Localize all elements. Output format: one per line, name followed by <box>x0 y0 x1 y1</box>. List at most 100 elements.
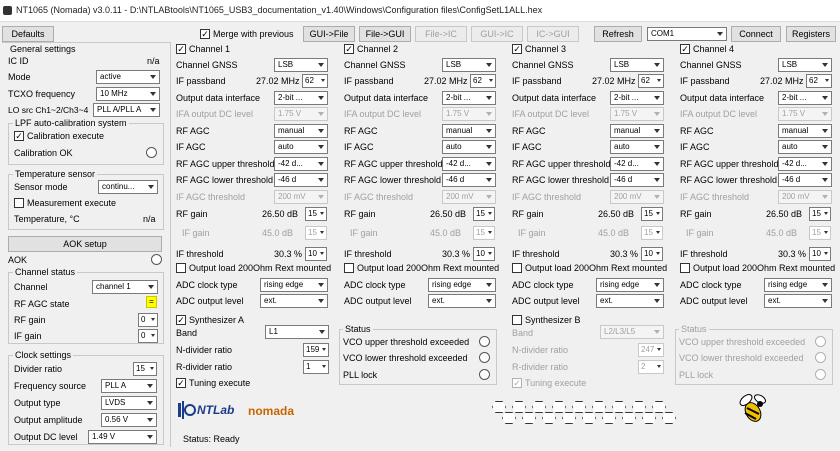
channel-2-ifth-stepper[interactable]: 10 <box>473 247 495 261</box>
channel-3-ifth-stepper[interactable]: 10 <box>641 247 663 261</box>
channel-1-rfgain-stepper[interactable]: 15 <box>305 207 327 221</box>
channel-4-passband-value: 27.02 MHz <box>760 76 804 86</box>
channel-1-odi-select[interactable]: 2-bit ... <box>274 91 328 105</box>
channel-3-upper-select[interactable]: -42 d... <box>610 157 664 171</box>
channel-3-rfgain-stepper[interactable]: 15 <box>641 207 663 221</box>
measurement-execute-checkbox[interactable] <box>14 198 24 208</box>
channel-2-load-checkbox[interactable] <box>344 263 354 273</box>
channel-1-enable-checkbox[interactable]: ✓ <box>176 44 186 54</box>
channel-2-enable-checkbox[interactable]: ✓ <box>344 44 354 54</box>
channel-4-rfagc-select[interactable]: manual <box>778 124 832 138</box>
channel-4-gnss-select[interactable]: LSB <box>778 58 832 72</box>
calibration-execute-checkbox[interactable]: ✓ <box>14 131 24 141</box>
channel-3-load-checkbox[interactable] <box>512 263 522 273</box>
gui-to-file-button[interactable]: GUI->File <box>303 26 355 42</box>
channel-1-load-checkbox[interactable] <box>176 263 186 273</box>
channel-2-ifa-select[interactable]: 1.75 V <box>442 107 496 121</box>
channel-3-ifa-select[interactable]: 1.75 V <box>610 107 664 121</box>
channel-4-adc-clock-select[interactable]: rising edge <box>764 278 832 292</box>
channel-3-rfagc-select[interactable]: manual <box>610 124 664 138</box>
channel-4-ifth-stepper[interactable]: 10 <box>809 247 831 261</box>
channel-2-odi-select[interactable]: 2-bit ... <box>442 91 496 105</box>
channel-3-ifagc-select[interactable]: auto <box>610 140 664 154</box>
synth-a-n-stepper[interactable]: 159 <box>303 343 329 357</box>
channel-1-rfagc-select[interactable]: manual <box>274 124 328 138</box>
channel-2-lower-select[interactable]: -46 d <box>442 173 496 187</box>
channel-2-rfgain-stepper[interactable]: 15 <box>473 207 495 221</box>
channel-4-load-checkbox[interactable] <box>680 263 690 273</box>
channel-3-adc-level-select[interactable]: ext. <box>596 294 664 308</box>
channel-3-ifagc_th-select[interactable]: 200 mV <box>610 190 664 204</box>
channel-3-odi-select[interactable]: 2-bit ... <box>610 91 664 105</box>
channel-4-ifagc_th-select[interactable]: 200 mV <box>778 190 832 204</box>
channel-4-odi-select[interactable]: 2-bit ... <box>778 91 832 105</box>
channel-select[interactable]: channel 1 <box>92 280 158 294</box>
channel-1-ifagc-select[interactable]: auto <box>274 140 328 154</box>
channel-2-adc-clock-select[interactable]: rising edge <box>428 278 496 292</box>
frequency-source-select[interactable]: PLL A <box>101 379 157 393</box>
channel-2-rfagc-select[interactable]: manual <box>442 124 496 138</box>
channel-1-adc-level-select[interactable]: ext. <box>260 294 328 308</box>
sensor-mode-select[interactable]: continu... <box>98 180 158 194</box>
channel-1-ifth-stepper[interactable]: 10 <box>305 247 327 261</box>
channel-2-ifagc_th-select[interactable]: 200 mV <box>442 190 496 204</box>
file-to-ic-button[interactable]: File->IC <box>415 26 467 42</box>
channel-1-ifa-select[interactable]: 1.75 V <box>274 107 328 121</box>
channel-2-adc-level-select[interactable]: ext. <box>428 294 496 308</box>
file-to-gui-button[interactable]: File->GUI <box>359 26 411 42</box>
divider-ratio-stepper[interactable]: 15 <box>133 362 157 376</box>
synth-b-n-stepper[interactable]: 247 <box>638 343 664 357</box>
mode-select[interactable]: active <box>96 70 160 84</box>
channel-3-enable-checkbox[interactable]: ✓ <box>512 44 522 54</box>
channel-1-ifgain-stepper[interactable]: 15 <box>305 226 327 240</box>
connect-button[interactable]: Connect <box>731 26 781 42</box>
channel-4-ifa-select[interactable]: 1.75 V <box>778 107 832 121</box>
channel-4-upper-select[interactable]: -42 d... <box>778 157 832 171</box>
channel-4-lower-select[interactable]: -46 d <box>778 173 832 187</box>
aok-setup-button[interactable]: AOK setup <box>8 236 162 252</box>
synth-b-checkbox[interactable] <box>512 315 522 325</box>
channel-3-gnss-select[interactable]: LSB <box>610 58 664 72</box>
title-bar: NT1065 (Nomada) v3.0.11 - D:\NTLABtools\… <box>0 0 840 22</box>
output-amplitude-select[interactable]: 0.56 V <box>101 413 157 427</box>
channel-2-ifagc-select[interactable]: auto <box>442 140 496 154</box>
channel-4-enable-checkbox[interactable]: ✓ <box>680 44 690 54</box>
synth-a-tuning-checkbox[interactable]: ✓ <box>176 378 186 388</box>
synth-b-band-select[interactable]: L2/L3/L5 <box>600 325 664 339</box>
channel-3-ifgain-stepper[interactable]: 15 <box>641 226 663 240</box>
synth-a-band-select[interactable]: L1 <box>265 325 329 339</box>
channel-2-ifgain-stepper[interactable]: 15 <box>473 226 495 240</box>
channel-1-lower-select[interactable]: -46 d <box>274 173 328 187</box>
port-select[interactable]: COM1 <box>647 27 727 41</box>
channel-2-upper-select[interactable]: -42 d... <box>442 157 496 171</box>
gui-to-ic-button[interactable]: GUI->IC <box>471 26 523 42</box>
channel-2-passband-stepper[interactable]: 62 <box>470 74 496 88</box>
channel-3-passband-stepper[interactable]: 62 <box>638 74 664 88</box>
synth-b-tuning-checkbox[interactable]: ✓ <box>512 378 522 388</box>
channel-1-ifagc_th-select[interactable]: 200 mV <box>274 190 328 204</box>
tcxo-select[interactable]: 10 MHz <box>96 87 160 101</box>
channel-2-gnss-select[interactable]: LSB <box>442 58 496 72</box>
output-dc-level-select[interactable]: 1.49 V <box>88 430 157 444</box>
channel-1-gnss-select[interactable]: LSB <box>274 58 328 72</box>
registers-button[interactable]: Registers <box>786 26 836 42</box>
output-type-select[interactable]: LVDS <box>101 396 157 410</box>
defaults-button[interactable]: Defaults <box>2 26 54 42</box>
channel-4-rfgain-stepper[interactable]: 15 <box>809 207 831 221</box>
channel-4-ifagc-select[interactable]: auto <box>778 140 832 154</box>
channel-3-adc-clock-select[interactable]: rising edge <box>596 278 664 292</box>
synth-a-r-stepper[interactable]: 1 <box>303 360 329 374</box>
synth-b-r-stepper[interactable]: 2 <box>638 360 664 374</box>
channel-4-ifgain-stepper[interactable]: 15 <box>809 226 831 240</box>
refresh-button[interactable]: Refresh <box>594 26 642 42</box>
merge-checkbox[interactable]: ✓ <box>200 29 210 39</box>
channel-4-passband-stepper[interactable]: 62 <box>806 74 832 88</box>
ic-to-gui-button[interactable]: IC->GUI <box>527 26 579 42</box>
channel-1-passband-stepper[interactable]: 62 <box>302 74 328 88</box>
channel-3-lower-select[interactable]: -46 d <box>610 173 664 187</box>
channel-1-upper-select[interactable]: -42 d... <box>274 157 328 171</box>
channel-4-adc-level-select[interactable]: ext. <box>764 294 832 308</box>
lo-src-select[interactable]: PLL A/PLL A <box>93 103 160 117</box>
synth-a-checkbox[interactable]: ✓ <box>176 315 186 325</box>
channel-1-adc-clock-select[interactable]: rising edge <box>260 278 328 292</box>
